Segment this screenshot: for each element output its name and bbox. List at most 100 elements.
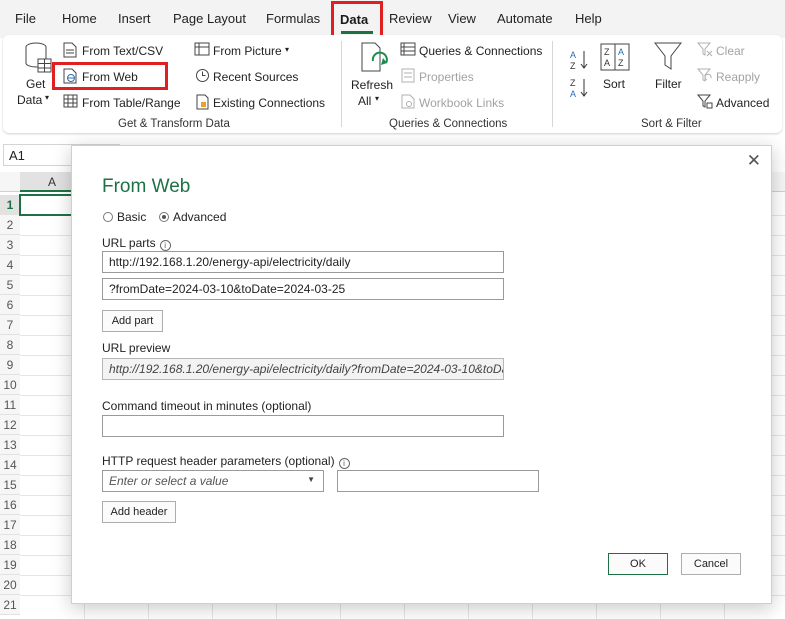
- menu-bar: File Home Insert Page Layout Formulas Re…: [0, 0, 785, 38]
- radio-basic-indicator[interactable]: [103, 212, 113, 222]
- row-header[interactable]: 19: [0, 555, 20, 575]
- from-picture-button[interactable]: From Picture: [213, 44, 282, 58]
- table-icon: [63, 94, 78, 108]
- ok-button[interactable]: OK: [608, 553, 668, 575]
- menu-file[interactable]: File: [15, 11, 36, 26]
- menu-formulas[interactable]: Formulas: [266, 11, 320, 26]
- from-web-dialog: ✕ From Web Basic Advanced URL parts i htt…: [71, 145, 772, 604]
- database-icon[interactable]: [23, 41, 53, 75]
- properties-icon: [401, 68, 415, 83]
- advanced-button[interactable]: Advanced: [716, 96, 769, 110]
- menu-data-label: Data: [340, 12, 369, 27]
- refresh-icon[interactable]: [359, 41, 391, 77]
- menu-home[interactable]: Home: [62, 11, 97, 26]
- header-value-input[interactable]: [337, 470, 539, 492]
- sort-descending-icon[interactable]: Z A: [569, 77, 591, 99]
- refresh-all-label-2: All: [358, 94, 372, 108]
- clear-filter-icon: [697, 42, 713, 57]
- queries-icon: [400, 42, 416, 56]
- add-part-button[interactable]: Add part: [102, 310, 163, 332]
- sort-ascending-icon[interactable]: A Z: [569, 49, 591, 71]
- svg-text:Z: Z: [604, 47, 610, 57]
- row-header[interactable]: 16: [0, 495, 20, 515]
- get-data-label-2: Data: [17, 93, 43, 107]
- cancel-button[interactable]: Cancel: [681, 553, 741, 575]
- text-file-icon: [63, 42, 77, 58]
- row-header[interactable]: 20: [0, 575, 20, 595]
- timeout-input[interactable]: [102, 415, 504, 437]
- header-name-placeholder: Enter or select a value: [109, 474, 229, 488]
- url-parts-label: URL parts: [102, 236, 156, 250]
- filter-icon[interactable]: [653, 41, 683, 73]
- group-label-queries: Queries & Connections: [389, 118, 508, 130]
- radio-basic[interactable]: Basic: [103, 210, 146, 224]
- from-table-range-button[interactable]: From Table/Range: [82, 96, 181, 110]
- group-label-sort-filter: Sort & Filter: [641, 118, 702, 130]
- radio-advanced-indicator[interactable]: [159, 212, 169, 222]
- add-header-button[interactable]: Add header: [102, 501, 176, 523]
- reapply-icon: [697, 68, 712, 82]
- menu-view[interactable]: View: [448, 11, 476, 26]
- ribbon-separator: [552, 41, 553, 127]
- info-icon[interactable]: i: [338, 458, 350, 469]
- menu-help[interactable]: Help: [575, 11, 602, 26]
- url-part-1-input[interactable]: http://192.168.1.20/energy-api/electrici…: [102, 251, 504, 273]
- svg-text:Z: Z: [618, 58, 624, 68]
- workbook-links-button[interactable]: Workbook Links: [419, 96, 504, 110]
- row-header[interactable]: 6: [0, 295, 20, 315]
- row-header[interactable]: 18: [0, 535, 20, 555]
- filter-button[interactable]: Filter: [655, 77, 682, 91]
- get-data-button[interactable]: Get: [26, 77, 45, 91]
- clear-button[interactable]: Clear: [716, 44, 745, 58]
- chevron-down-icon: ▾: [45, 93, 50, 102]
- sort-button[interactable]: Sort: [603, 77, 625, 91]
- row-header[interactable]: 14: [0, 455, 20, 475]
- active-cell-a1[interactable]: [19, 194, 73, 216]
- svg-text:Z: Z: [570, 78, 576, 88]
- clock-icon: [196, 69, 209, 82]
- row-header[interactable]: 8: [0, 335, 20, 355]
- header-name-combobox[interactable]: Enter or select a value ▼: [102, 470, 324, 492]
- workbook-links-icon: [401, 94, 415, 109]
- chevron-down-icon[interactable]: ▼: [307, 475, 315, 484]
- from-text-csv-button[interactable]: From Text/CSV: [82, 44, 163, 58]
- row-header[interactable]: 9: [0, 355, 20, 375]
- url-part-2-input[interactable]: ?fromDate=2024-03-10&toDate=2024-03-25: [102, 278, 504, 300]
- row-header[interactable]: 2: [0, 215, 20, 235]
- picture-icon: [194, 42, 210, 56]
- radio-advanced[interactable]: Advanced: [159, 210, 226, 224]
- reapply-button[interactable]: Reapply: [716, 70, 760, 84]
- menu-page-layout[interactable]: Page Layout: [173, 11, 246, 26]
- row-header[interactable]: 10: [0, 375, 20, 395]
- row-header[interactable]: 17: [0, 515, 20, 535]
- svg-text:A: A: [570, 50, 576, 60]
- row-header[interactable]: 12: [0, 415, 20, 435]
- row-header[interactable]: 21: [0, 595, 20, 615]
- queries-connections-button[interactable]: Queries & Connections: [419, 44, 542, 58]
- svg-text:Z: Z: [570, 61, 576, 71]
- radio-basic-label: Basic: [117, 210, 147, 224]
- row-header[interactable]: 5: [0, 275, 20, 295]
- row-header[interactable]: 7: [0, 315, 20, 335]
- existing-connections-button[interactable]: Existing Connections: [213, 96, 325, 110]
- chevron-down-icon: ▾: [375, 94, 380, 103]
- recent-sources-button[interactable]: Recent Sources: [213, 70, 298, 84]
- url-preview-field: http://192.168.1.20/energy-api/electrici…: [102, 358, 504, 380]
- svg-text:A: A: [618, 47, 624, 57]
- url-preview-label: URL preview: [102, 341, 171, 355]
- menu-insert[interactable]: Insert: [118, 11, 151, 26]
- menu-review[interactable]: Review: [389, 11, 432, 26]
- row-header[interactable]: 4: [0, 255, 20, 275]
- group-label-get-transform: Get & Transform Data: [118, 118, 230, 130]
- ribbon: Get Data ▾ From Text/CSV From Web From T…: [3, 35, 782, 133]
- info-icon[interactable]: i: [159, 240, 171, 251]
- row-header[interactable]: 11: [0, 395, 20, 415]
- row-header[interactable]: 1: [0, 195, 20, 215]
- menu-automate[interactable]: Automate: [497, 11, 553, 26]
- row-header[interactable]: 13: [0, 435, 20, 455]
- row-header[interactable]: 3: [0, 235, 20, 255]
- refresh-all-button[interactable]: Refresh: [351, 78, 393, 92]
- row-header[interactable]: 15: [0, 475, 20, 495]
- properties-button[interactable]: Properties: [419, 70, 474, 84]
- close-icon[interactable]: ✕: [747, 151, 761, 171]
